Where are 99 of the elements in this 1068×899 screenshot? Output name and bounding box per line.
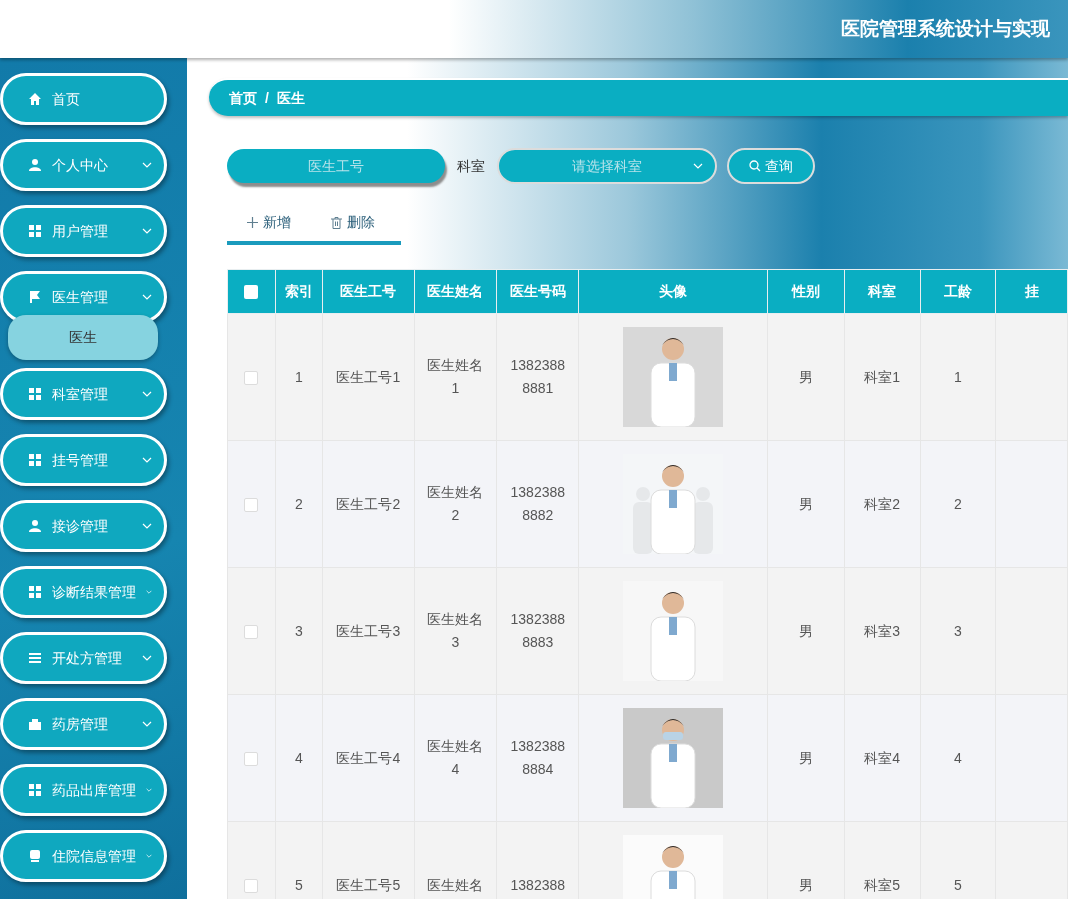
- table-cell: 2: [295, 495, 303, 512]
- table-cell-text: 医生姓名1: [426, 356, 485, 398]
- caret-icon: [146, 589, 152, 595]
- table-cell: 男: [798, 368, 813, 385]
- submenu-item[interactable]: 医生: [8, 315, 158, 360]
- column-header: 挂: [995, 269, 1068, 314]
- monitor-icon: [28, 849, 42, 863]
- column-header: 性别: [767, 269, 845, 314]
- flag-icon: [28, 290, 42, 304]
- column-header: 科室: [844, 269, 921, 314]
- column-header: 工龄: [920, 269, 996, 314]
- row-checkbox[interactable]: [244, 751, 259, 766]
- delete-button[interactable]: 删除: [331, 212, 375, 233]
- breadcrumb-link[interactable]: 首页: [229, 87, 257, 109]
- sidebar-menu-item[interactable]: 首页: [0, 73, 167, 125]
- search-icon: [749, 160, 761, 172]
- caret-icon: [142, 655, 152, 661]
- table-cell: 男: [798, 876, 813, 893]
- sidebar-menu-item[interactable]: 住院信息管理: [0, 830, 167, 882]
- column-header: 医生姓名: [414, 269, 497, 314]
- table-cell: 1: [954, 368, 962, 385]
- column-header: 索引: [275, 269, 323, 314]
- row-checkbox[interactable]: [244, 878, 259, 893]
- row-checkbox[interactable]: [244, 497, 259, 512]
- add-button[interactable]: 新增: [247, 212, 291, 233]
- table-cell: 3: [954, 622, 962, 639]
- table-cell-text: 医生姓名: [426, 875, 485, 895]
- row-checkbox[interactable]: [244, 624, 259, 639]
- list-icon: [28, 651, 42, 665]
- table-cell: 5: [954, 876, 962, 893]
- caret-icon: [142, 228, 152, 234]
- breadcrumb-separator: /: [265, 88, 269, 108]
- table-cell: 5: [295, 876, 303, 893]
- table-cell-text: 1382388: [509, 875, 567, 895]
- caret-icon: [142, 457, 152, 463]
- table-cell: 科室3: [864, 622, 901, 639]
- table-cell: 4: [954, 749, 962, 766]
- caret-icon: [142, 523, 152, 529]
- sidebar-menu-item[interactable]: 药品出库管理: [0, 764, 167, 816]
- sidebar-menu-item[interactable]: 个人中心: [0, 139, 167, 191]
- table-cell-text: 医生姓名2: [426, 483, 485, 525]
- table-cell-text: 13823888882: [509, 483, 567, 525]
- table-cell-text: 13823888883: [509, 610, 567, 652]
- caret-icon: [142, 721, 152, 727]
- select-all-checkbox[interactable]: [244, 285, 259, 300]
- sidebar-menu-item[interactable]: 诊断结果管理: [0, 566, 167, 618]
- row-checkbox[interactable]: [244, 370, 259, 385]
- table-cell: 医生工号1: [336, 368, 401, 385]
- grid-icon: [28, 783, 42, 797]
- plus-icon: [247, 217, 258, 228]
- user-icon: [28, 519, 42, 533]
- table-cell: 1: [295, 368, 303, 385]
- breadcrumb-link[interactable]: 医生: [276, 87, 305, 109]
- sidebar-menu-item[interactable]: 药房管理: [0, 698, 167, 750]
- table-cell-text: 医生姓名3: [426, 610, 485, 652]
- trash-icon: [331, 216, 342, 229]
- table-cell: 男: [798, 622, 813, 639]
- table-cell: 2: [954, 495, 962, 512]
- caret-icon: [142, 162, 152, 168]
- table-cell: 医生工号2: [336, 495, 401, 512]
- table-cell: 科室1: [864, 368, 901, 385]
- caret-icon: [142, 391, 152, 397]
- column-header: 医生号码: [496, 269, 579, 314]
- table-cell: 男: [798, 495, 813, 512]
- app-title: 医院管理系统设计与实现: [841, 16, 1050, 41]
- dept-select[interactable]: 请选择科室: [497, 148, 717, 184]
- table-cell: 3: [295, 622, 303, 639]
- table-cell: 科室5: [864, 876, 901, 893]
- sidebar-menu-item[interactable]: 开处方管理: [0, 632, 167, 684]
- grid-icon: [28, 585, 42, 599]
- sidebar-menu-item[interactable]: 科室管理: [0, 368, 167, 420]
- table-cell: 医生工号5: [336, 876, 401, 893]
- caret-icon: [693, 163, 703, 169]
- doctor-id-field[interactable]: 医生工号: [227, 149, 445, 183]
- table-cell: 男: [798, 749, 813, 766]
- grid-icon: [28, 224, 42, 238]
- grid-icon: [28, 453, 42, 467]
- table-cell: 科室4: [864, 749, 901, 766]
- caret-icon: [146, 853, 152, 859]
- table-cell: 医生工号3: [336, 622, 401, 639]
- column-header: 头像: [578, 269, 768, 314]
- table-cell-text: 13823888884: [509, 737, 567, 779]
- sidebar-menu-item[interactable]: 用户管理: [0, 205, 167, 257]
- caret-icon: [146, 787, 152, 793]
- home-icon: [28, 92, 42, 106]
- caret-icon: [142, 294, 152, 300]
- table-cell: 医生工号4: [336, 749, 401, 766]
- sidebar-menu-item[interactable]: 接诊管理: [0, 500, 167, 552]
- user-icon: [28, 158, 42, 172]
- table-cell-text: 医生姓名4: [426, 737, 485, 779]
- grid-icon: [28, 387, 42, 401]
- dept-label: 科室: [457, 156, 485, 176]
- query-button[interactable]: 查询: [727, 148, 815, 184]
- briefcase-icon: [28, 717, 42, 731]
- table-cell-text: 13823888881: [509, 356, 567, 398]
- table-cell: 科室2: [864, 495, 901, 512]
- column-header: 医生工号: [322, 269, 415, 314]
- sidebar-menu-item[interactable]: 挂号管理: [0, 434, 167, 486]
- table-cell: 4: [295, 749, 303, 766]
